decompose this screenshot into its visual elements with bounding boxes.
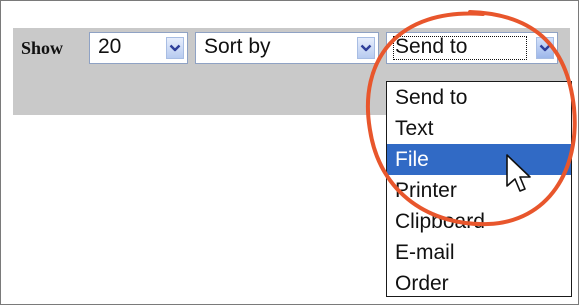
dropdown-item-e-mail[interactable]: E-mail	[387, 237, 571, 268]
dropdown-item-file[interactable]: File	[387, 144, 571, 175]
show-label: Show	[21, 38, 64, 58]
send-to-select[interactable]: Send to	[386, 32, 558, 64]
send-to-dropdown-button[interactable]	[536, 37, 554, 59]
chevron-down-icon	[539, 44, 551, 52]
dropdown-item-order[interactable]: Order	[387, 268, 571, 299]
chevron-down-icon	[169, 44, 181, 52]
show-count-dropdown-button[interactable]	[166, 37, 184, 59]
send-to-value: Send to	[395, 35, 468, 58]
show-count-value: 20	[98, 35, 122, 58]
dropdown-item-printer[interactable]: Printer	[387, 175, 571, 206]
chevron-down-icon	[360, 44, 372, 52]
dropdown-item-clipboard[interactable]: Clipboard	[387, 206, 571, 237]
dropdown-item-text[interactable]: Text	[387, 113, 571, 144]
sort-by-value: Sort by	[204, 35, 271, 58]
sort-by-select[interactable]: Sort by	[195, 32, 379, 64]
sort-by-dropdown-button[interactable]	[357, 37, 375, 59]
dropdown-item-send-to[interactable]: Send to	[387, 82, 571, 113]
send-to-dropdown-list: Send to Text File Printer Clipboard E-ma…	[386, 81, 572, 297]
show-count-select[interactable]: 20	[89, 32, 188, 64]
